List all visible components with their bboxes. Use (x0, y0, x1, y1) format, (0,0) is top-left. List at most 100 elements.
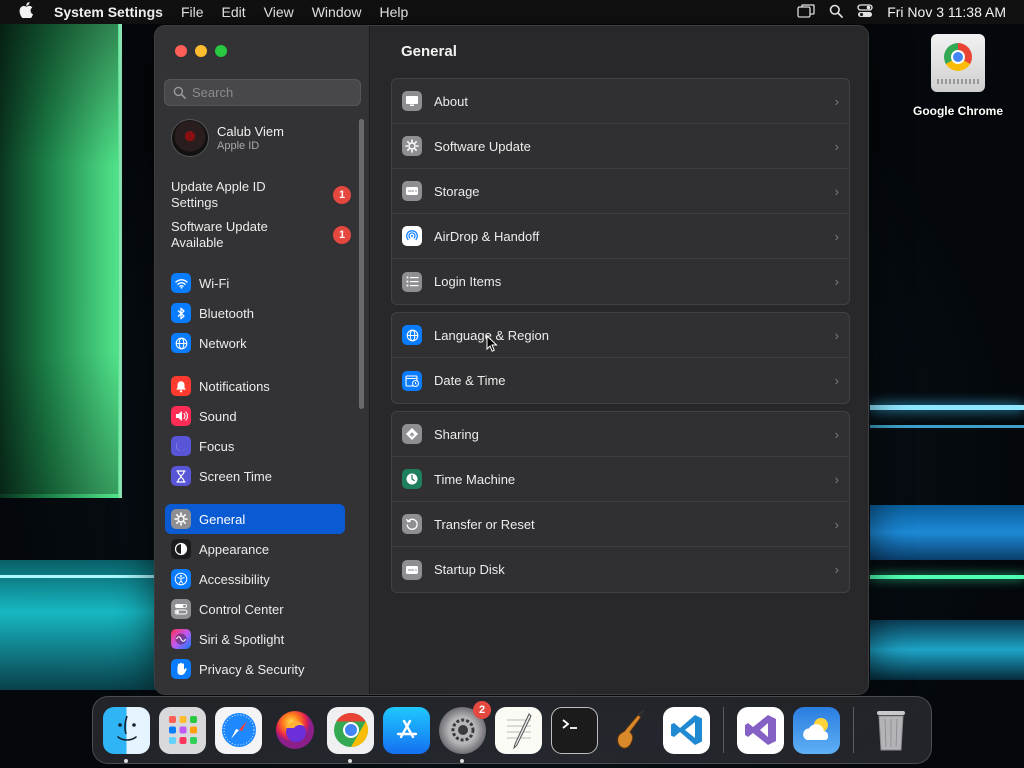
wallpaper-right-line (870, 405, 1024, 410)
search-input[interactable] (192, 85, 352, 100)
apple-id-account[interactable]: Calub Viem Apple ID (171, 119, 284, 157)
desktop-chrome-drive[interactable]: Google Chrome (908, 34, 1008, 118)
row-airdrop-handoff[interactable]: AirDrop & Handoff › (392, 214, 849, 259)
sidebar-scrollbar[interactable] (359, 119, 364, 409)
dock-terminal[interactable] (551, 706, 598, 754)
dock-garageband[interactable] (607, 707, 654, 754)
wallpaper-right-line (870, 575, 1024, 579)
control-center-icon[interactable] (857, 3, 873, 21)
dock-textedit[interactable] (495, 706, 542, 754)
sidebar-group-connectivity: Wi-Fi Bluetooth Network (165, 268, 345, 358)
screen-mirroring-icon[interactable] (797, 3, 815, 21)
dock-weather[interactable] (793, 706, 840, 754)
dock-separator (853, 707, 854, 753)
row-login-items[interactable]: Login Items › (392, 259, 849, 304)
zoom-button[interactable] (215, 45, 227, 57)
sidebar-item-screen-time[interactable]: Screen Time (165, 461, 345, 491)
chevron-right-icon: › (834, 274, 839, 289)
search-field[interactable] (164, 79, 361, 106)
dock-firefox[interactable] (271, 707, 318, 754)
launchpad-icon (168, 716, 197, 744)
display-icon (402, 91, 422, 111)
spotlight-search-icon[interactable] (829, 4, 844, 21)
hand-icon (171, 659, 191, 679)
vscode-icon (670, 715, 702, 745)
sidebar-group-system: General Appearance Accessibility Control… (165, 504, 345, 684)
notice-text: Software Update Available (171, 219, 268, 250)
notice-software-update[interactable]: Software Update Available 1 (171, 219, 351, 251)
sidebar-item-focus[interactable]: Focus (165, 431, 345, 461)
row-storage[interactable]: Storage › (392, 169, 849, 214)
notification-badge: 1 (333, 226, 351, 244)
dock-trash[interactable] (867, 707, 914, 754)
list-icon (402, 271, 422, 292)
mouse-cursor-icon (486, 335, 498, 352)
dock: 2 (92, 696, 932, 764)
sidebar-item-privacy-security[interactable]: Privacy & Security (165, 654, 345, 684)
sidebar-item-network[interactable]: Network (165, 328, 345, 358)
sidebar-item-label: Screen Time (199, 468, 272, 484)
sidebar-item-sound[interactable]: Sound (165, 401, 345, 431)
disk-icon (402, 559, 422, 580)
menu-edit[interactable]: Edit (213, 4, 255, 20)
chrome-icon (333, 713, 368, 747)
sidebar-item-appearance[interactable]: Appearance (165, 534, 345, 564)
sidebar-item-siri-spotlight[interactable]: Siri & Spotlight (165, 624, 345, 654)
dock-launchpad[interactable] (159, 706, 206, 754)
sidebar-item-accessibility[interactable]: Accessibility (165, 564, 345, 594)
close-button[interactable] (175, 45, 187, 57)
sidebar-item-general[interactable]: General (165, 504, 345, 534)
dock-finder[interactable] (103, 706, 150, 763)
menu-window[interactable]: Window (303, 4, 371, 20)
bluetooth-icon (171, 303, 191, 323)
sidebar-item-notifications[interactable]: Notifications (165, 371, 345, 401)
sidebar-item-control-center[interactable]: Control Center (165, 594, 345, 624)
dock-visual-studio[interactable] (737, 706, 784, 754)
dock-system-settings[interactable]: 2 (439, 700, 491, 763)
row-label: Software Update (434, 138, 531, 154)
content-pane: General About › Software Update › Storag… (371, 26, 868, 694)
menu-app-name[interactable]: System Settings (52, 4, 172, 20)
sidebar-item-wifi[interactable]: Wi-Fi (165, 268, 345, 298)
row-date-time[interactable]: Date & Time › (392, 358, 849, 403)
row-startup-disk[interactable]: Startup Disk › (392, 547, 849, 592)
row-transfer-reset[interactable]: Transfer or Reset › (392, 502, 849, 547)
row-label: Sharing (434, 426, 479, 442)
row-label: Login Items (434, 274, 502, 289)
moon-icon (171, 436, 191, 456)
sidebar-item-label: Network (199, 335, 247, 351)
gear-icon (402, 136, 422, 156)
wallpaper-right-band (870, 505, 1024, 560)
minimize-button[interactable] (195, 45, 207, 57)
dock-separator (723, 707, 724, 753)
menu-view[interactable]: View (255, 4, 303, 20)
page-title: General (401, 43, 457, 60)
chevron-right-icon: › (834, 228, 839, 244)
row-about[interactable]: About › (392, 79, 849, 124)
sidebar-item-bluetooth[interactable]: Bluetooth (165, 298, 345, 328)
row-label: Transfer or Reset (434, 516, 535, 532)
dock-app-store[interactable] (383, 706, 430, 754)
visual-studio-icon (744, 715, 776, 745)
dock-chrome[interactable] (327, 706, 374, 763)
terminal-icon (561, 719, 577, 729)
running-indicator (124, 758, 128, 763)
dock-safari[interactable] (215, 706, 262, 754)
row-language-region[interactable]: Language & Region › (392, 313, 849, 358)
row-sharing[interactable]: Sharing › (392, 412, 849, 457)
notice-update-apple-id[interactable]: Update Apple ID Settings 1 (171, 179, 351, 211)
menu-help[interactable]: Help (371, 4, 418, 20)
dock-vscode[interactable] (663, 706, 710, 754)
notification-badge: 2 (473, 700, 491, 719)
sidebar-item-label: Wi-Fi (199, 275, 230, 291)
running-indicator (348, 758, 352, 763)
wallpaper-right-band (870, 620, 1024, 680)
menu-file[interactable]: File (172, 4, 213, 20)
firefox-icon (275, 711, 314, 749)
menu-clock[interactable]: Fri Nov 3 11:38 AM (887, 4, 1006, 20)
trash-icon (876, 711, 905, 751)
apple-menu-icon[interactable] (0, 1, 52, 23)
row-time-machine[interactable]: Time Machine › (392, 457, 849, 502)
row-label: Storage (434, 183, 480, 199)
row-software-update[interactable]: Software Update › (392, 124, 849, 169)
